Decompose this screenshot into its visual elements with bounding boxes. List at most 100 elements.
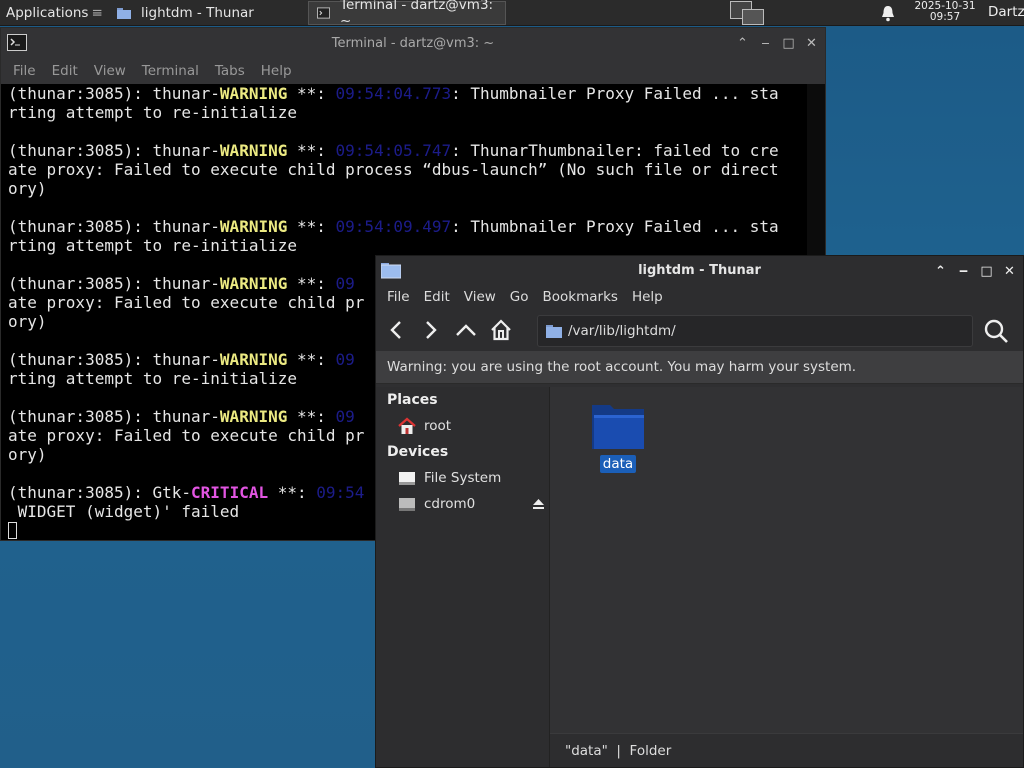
- terminal-text-mid: **:: [268, 483, 317, 502]
- menu-view[interactable]: View: [457, 289, 503, 305]
- terminal-text-pre: ate proxy: Failed to execute child pr: [8, 426, 365, 445]
- folder-icon: [117, 7, 131, 19]
- thunar-window[interactable]: lightdm - Thunar ⌃ ‒ □ ✕ File Edit View …: [375, 255, 1024, 768]
- workspace-2[interactable]: [742, 9, 764, 25]
- user-menu[interactable]: Dartz: [988, 0, 1024, 25]
- sidebar-item-label: File System: [424, 470, 502, 486]
- terminal-text-tag: WARNING: [219, 84, 288, 103]
- home-icon: [491, 319, 511, 341]
- menu-edit[interactable]: Edit: [44, 63, 86, 79]
- terminal-text-mid: **:: [287, 141, 336, 160]
- menu-go[interactable]: Go: [503, 289, 536, 305]
- terminal-text-pre: ate proxy: Failed to execute child pr: [8, 293, 365, 312]
- shade-button[interactable]: ⌃: [929, 264, 952, 279]
- terminal-menubar: File Edit View Terminal Tabs Help: [1, 58, 825, 84]
- terminal-titlebar[interactable]: Terminal - dartz@vm3: ~ ⌃ ‒ □ ✕: [1, 28, 825, 58]
- window-title: lightdm - Thunar: [638, 263, 761, 278]
- terminal-text-ts: 09: [335, 350, 355, 369]
- close-button[interactable]: ✕: [998, 264, 1021, 279]
- forward-button[interactable]: [416, 315, 446, 345]
- menu-bookmarks[interactable]: Bookmarks: [536, 289, 625, 305]
- terminal-line: ory): [8, 179, 818, 198]
- clock[interactable]: 2025-10-31 09:57: [906, 0, 984, 25]
- terminal-text-post: : Thumbnailer Proxy Failed ... sta: [451, 217, 779, 236]
- statusbar: "data" | Folder: [550, 733, 1023, 767]
- menu-edit[interactable]: Edit: [417, 289, 457, 305]
- menu-view[interactable]: View: [86, 63, 134, 79]
- file-item-label: data: [599, 455, 637, 473]
- menu-file[interactable]: File: [380, 289, 417, 305]
- menu-help[interactable]: Help: [253, 63, 300, 79]
- sidebar-item-cdrom0[interactable]: cdrom0: [376, 491, 549, 517]
- minimize-button[interactable]: ‒: [754, 36, 777, 51]
- thunar-toolbar: /var/lib/lightdm/: [376, 309, 1023, 351]
- maximize-button[interactable]: □: [777, 36, 800, 51]
- terminal-text-pre: rting attempt to re-initialize: [8, 103, 297, 122]
- terminal-text-tag: WARNING: [219, 217, 288, 236]
- terminal-text-pre: rting attempt to re-initialize: [8, 236, 297, 255]
- terminal-line: (thunar:3085): thunar-WARNING **: 09:54:…: [8, 141, 818, 160]
- folder-icon: [381, 263, 401, 279]
- workspace-switcher[interactable]: [730, 1, 764, 25]
- places-heading: Places: [387, 392, 438, 408]
- devices-heading: Devices: [387, 444, 449, 460]
- applications-menu-button[interactable]: Applications ≡: [0, 0, 108, 25]
- taskbar-item-thunar[interactable]: lightdm - Thunar: [108, 0, 306, 25]
- terminal-text-pre: (thunar:3085): Gtk-: [8, 483, 192, 502]
- menu-lines-icon: ≡: [91, 4, 103, 21]
- thunar-menubar: File Edit View Go Bookmarks Help: [376, 285, 1023, 309]
- terminal-text-pre: (thunar:3085): thunar-: [8, 84, 220, 103]
- chevron-left-icon: [390, 321, 401, 339]
- notification-bell-icon[interactable]: [880, 4, 896, 22]
- file-view[interactable]: data: [550, 387, 1023, 733]
- menu-tabs[interactable]: Tabs: [207, 63, 253, 79]
- root-warning-bar: Warning: you are using the root account.…: [376, 351, 1023, 384]
- terminal-text-pre: (thunar:3085): thunar-: [8, 217, 220, 236]
- sidebar-item-label: root: [424, 418, 452, 434]
- terminal-line: (thunar:3085): thunar-WARNING **: 09:54:…: [8, 84, 818, 103]
- terminal-text-tag: CRITICAL: [191, 483, 269, 502]
- maximize-button[interactable]: □: [975, 264, 998, 279]
- menu-help[interactable]: Help: [625, 289, 670, 305]
- terminal-text-pre: ory): [8, 179, 47, 198]
- menu-terminal[interactable]: Terminal: [134, 63, 207, 79]
- location-bar[interactable]: /var/lib/lightdm/: [537, 315, 973, 347]
- folder-icon: [546, 324, 562, 338]
- terminal-text-ts: 09:54: [316, 483, 365, 502]
- file-item-data[interactable]: data: [590, 399, 646, 473]
- terminal-text-pre: ory): [8, 445, 47, 464]
- applications-label: Applications: [6, 4, 89, 21]
- terminal-text-ts: 09: [335, 407, 355, 426]
- terminal-text-ts: 09:54:09.497: [335, 217, 452, 236]
- terminal-icon: [7, 34, 27, 51]
- back-button[interactable]: [381, 315, 411, 345]
- minimize-button[interactable]: ‒: [952, 264, 975, 279]
- terminal-text-mid: **:: [287, 350, 336, 369]
- taskbar-item-terminal[interactable]: Terminal - dartz@vm3: ~: [308, 0, 506, 29]
- terminal-text-tag: WARNING: [219, 407, 288, 426]
- thunar-titlebar[interactable]: lightdm - Thunar ⌃ ‒ □ ✕: [376, 256, 1023, 285]
- terminal-text-tag: WARNING: [219, 274, 288, 293]
- terminal-text-mid: **:: [287, 84, 336, 103]
- search-icon[interactable]: [983, 318, 1009, 344]
- sidebar-item-root[interactable]: root: [376, 413, 549, 439]
- terminal-text-tag: WARNING: [219, 350, 288, 369]
- chevron-up-icon: [456, 324, 476, 336]
- chevron-right-icon: [426, 321, 437, 339]
- shade-button[interactable]: ⌃: [731, 36, 754, 51]
- terminal-text-ts: 09:54:05.747: [335, 141, 452, 160]
- parent-folder-button[interactable]: [451, 315, 481, 345]
- terminal-text-mid: **:: [287, 217, 336, 236]
- close-button[interactable]: ✕: [800, 36, 823, 51]
- eject-icon[interactable]: [532, 497, 545, 510]
- menu-file[interactable]: File: [5, 63, 44, 79]
- sidebar-item-file-system[interactable]: File System: [376, 465, 549, 491]
- terminal-cursor: [8, 522, 17, 539]
- terminal-text-pre: rting attempt to re-initialize: [8, 369, 297, 388]
- home-button[interactable]: [486, 315, 516, 345]
- terminal-line: ate proxy: Failed to execute child proce…: [8, 160, 818, 179]
- terminal-text-ts: 09:54:04.773: [335, 84, 452, 103]
- terminal-text-post: : Thumbnailer Proxy Failed ... sta: [451, 84, 779, 103]
- taskbar-item-label: Terminal - dartz@vm3: ~: [340, 0, 494, 29]
